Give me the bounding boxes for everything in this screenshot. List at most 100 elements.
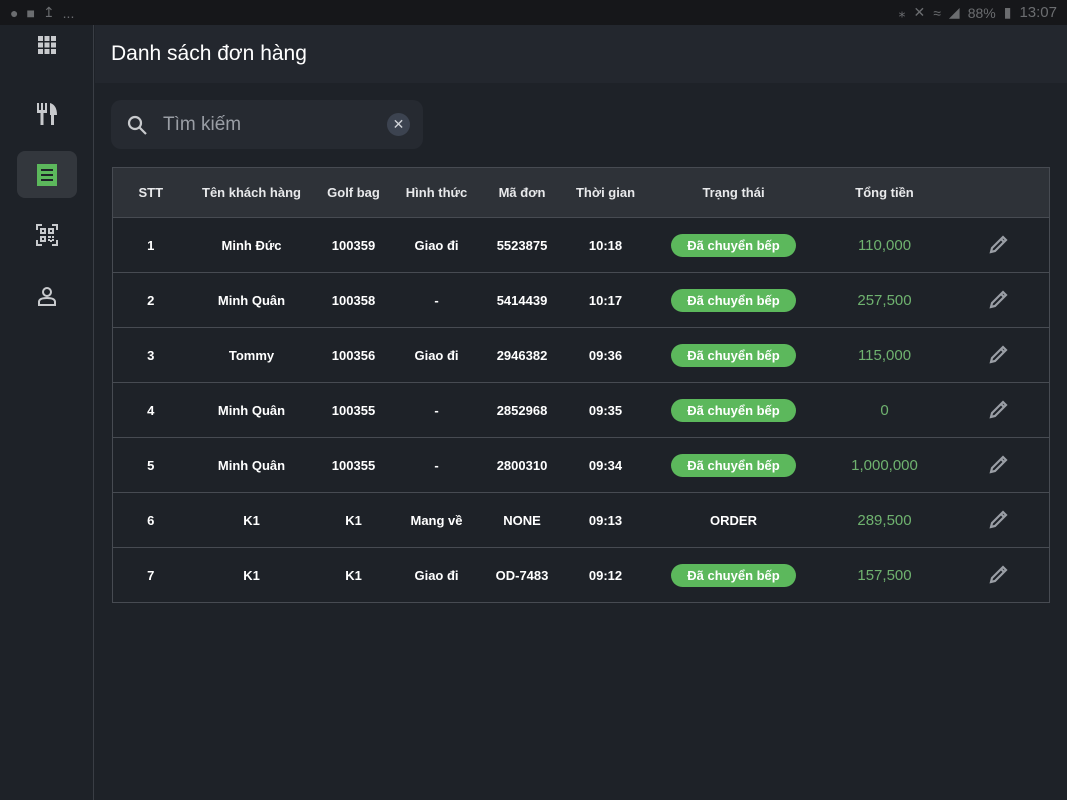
status-badge: Đã chuyển bếp bbox=[671, 233, 796, 257]
table-row[interactable]: 7 K1 K1 Giao đi OD-7483 09:12 Đã chuyển bếp 157… bbox=[112, 547, 1050, 603]
order-type-text: - bbox=[434, 292, 439, 308]
receipt-icon bbox=[37, 163, 57, 186]
golf-bag-text: 100359 bbox=[331, 237, 376, 253]
mute-icon: ✕ bbox=[913, 4, 926, 20]
golf-bag-text: 100355 bbox=[331, 457, 376, 473]
customer-name: K1 bbox=[188, 492, 315, 548]
golf-bag: 100358 bbox=[314, 272, 393, 328]
search-input[interactable] bbox=[163, 113, 373, 136]
order-type: - bbox=[392, 382, 481, 438]
golf-bag: K1 bbox=[314, 492, 393, 548]
page-title: Danh sách đơn hàng bbox=[111, 42, 307, 65]
table-row[interactable]: 4 Minh Quân 100355 - 2852968 09:35 Đã chuyển b… bbox=[112, 382, 1050, 438]
search-box: ✕ bbox=[111, 100, 423, 149]
order-time-text: 09:35 bbox=[588, 402, 623, 418]
column-header: STT bbox=[112, 167, 189, 218]
total-amount: 289,500 bbox=[857, 511, 912, 529]
edit-cell bbox=[949, 327, 1050, 383]
order-status: ORDER bbox=[647, 492, 820, 548]
order-code: 5414439 bbox=[480, 272, 564, 328]
table-row[interactable]: 5 Minh Quân 100355 - 2800310 09:34 Đã chuyển b… bbox=[112, 437, 1050, 493]
customer-name: K1 bbox=[188, 547, 315, 603]
order-code: 2946382 bbox=[480, 327, 564, 383]
order-status: Đã chuyển bếp bbox=[647, 217, 820, 273]
order-index: 4 bbox=[112, 382, 189, 438]
golf-bag-text: K1 bbox=[345, 512, 362, 528]
column-header: Thời gian bbox=[563, 167, 648, 218]
sidebar-item-qr[interactable] bbox=[17, 211, 77, 258]
order-type: Giao đi bbox=[392, 547, 481, 603]
upload-icon: ↥ bbox=[42, 4, 55, 20]
customer-name-text: Tommy bbox=[228, 347, 275, 363]
order-index-text: 4 bbox=[147, 402, 155, 418]
location-icon: ● bbox=[10, 4, 19, 21]
qr-scan-icon bbox=[36, 223, 58, 246]
golf-bag: 100356 bbox=[314, 327, 393, 383]
order-index-text: 7 bbox=[147, 567, 155, 583]
edit-button[interactable] bbox=[989, 454, 1009, 477]
status-badge: Đã chuyển bếp bbox=[671, 288, 796, 312]
order-code-text: 2852968 bbox=[496, 402, 548, 418]
order-time: 09:12 bbox=[563, 547, 648, 603]
order-time-text: 09:34 bbox=[588, 457, 623, 473]
table-row[interactable]: 2 Minh Quân 100358 - 5414439 10:17 Đã chuyển b… bbox=[112, 272, 1050, 328]
order-type-text: - bbox=[434, 457, 439, 473]
sidebar-item-menu[interactable] bbox=[17, 90, 77, 137]
edit-button[interactable] bbox=[989, 564, 1009, 587]
order-code: 5523875 bbox=[480, 217, 564, 273]
total-amount: 115,000 bbox=[857, 346, 912, 364]
order-code-text: OD-7483 bbox=[495, 567, 549, 583]
edit-button[interactable] bbox=[989, 234, 1009, 257]
order-type: Giao đi bbox=[392, 327, 481, 383]
edit-button[interactable] bbox=[989, 344, 1009, 367]
total-amount: 157,500 bbox=[857, 566, 912, 584]
clear-search-button[interactable]: ✕ bbox=[387, 113, 410, 136]
order-code-text: 2946382 bbox=[496, 347, 548, 363]
clock: 13:07 bbox=[1019, 4, 1057, 21]
status-badge: Đã chuyển bếp bbox=[671, 563, 796, 587]
order-code: NONE bbox=[480, 492, 564, 548]
customer-name-text: Minh Quân bbox=[217, 402, 286, 418]
table-row[interactable]: 1 Minh Đức 100359 Giao đi 5523875 10:18 Đã chu… bbox=[112, 217, 1050, 273]
golf-bag-text: 100355 bbox=[331, 402, 376, 418]
sidebar-item-orders[interactable] bbox=[17, 151, 77, 198]
sidebar-item-account[interactable] bbox=[17, 272, 77, 319]
page-header: Danh sách đơn hàng bbox=[95, 25, 1067, 83]
search-icon bbox=[127, 115, 147, 135]
column-header bbox=[949, 167, 1050, 218]
edit-button[interactable] bbox=[989, 399, 1009, 422]
table-header: STT Tên khách hàng Golf bag Hình thức Mã đơn… bbox=[112, 167, 1050, 218]
customer-name: Minh Đức bbox=[188, 217, 315, 273]
golf-bag-text: 100356 bbox=[331, 347, 376, 363]
edit-button[interactable] bbox=[989, 289, 1009, 312]
person-icon bbox=[38, 286, 56, 306]
order-time: 09:13 bbox=[563, 492, 648, 548]
table-row[interactable]: 6 K1 K1 Mang về NONE 09:13 ORDER 289,500 bbox=[112, 492, 1050, 548]
order-index: 3 bbox=[112, 327, 189, 383]
customer-name-text: Minh Quân bbox=[217, 292, 286, 308]
order-status: Đã chuyển bếp bbox=[647, 272, 820, 328]
edit-icon bbox=[989, 344, 1008, 364]
golf-bag: 100359 bbox=[314, 217, 393, 273]
order-code: OD-7483 bbox=[480, 547, 564, 603]
restaurant-icon bbox=[37, 102, 57, 125]
battery-icon: ▮ bbox=[1003, 4, 1012, 20]
order-total: 157,500 bbox=[819, 547, 950, 603]
order-type-text: Giao đi bbox=[414, 567, 459, 583]
order-time: 09:35 bbox=[563, 382, 648, 438]
edit-button[interactable] bbox=[989, 509, 1009, 532]
total-amount: 0 bbox=[880, 401, 889, 419]
golf-bag: 100355 bbox=[314, 437, 393, 493]
table-row[interactable]: 3 Tommy 100356 Giao đi 2946382 09:36 Đã chuyển… bbox=[112, 327, 1050, 383]
edit-icon bbox=[989, 289, 1008, 309]
sidebar-item-apps[interactable] bbox=[17, 25, 77, 65]
edit-cell bbox=[949, 492, 1050, 548]
edit-icon bbox=[989, 454, 1008, 474]
order-total: 1,000,000 bbox=[819, 437, 950, 493]
order-index: 1 bbox=[112, 217, 189, 273]
column-header: Mã đơn bbox=[480, 167, 564, 218]
order-total: 289,500 bbox=[819, 492, 950, 548]
order-time-text: 10:18 bbox=[588, 237, 623, 253]
close-icon: ✕ bbox=[392, 116, 405, 132]
sidebar bbox=[0, 25, 94, 800]
